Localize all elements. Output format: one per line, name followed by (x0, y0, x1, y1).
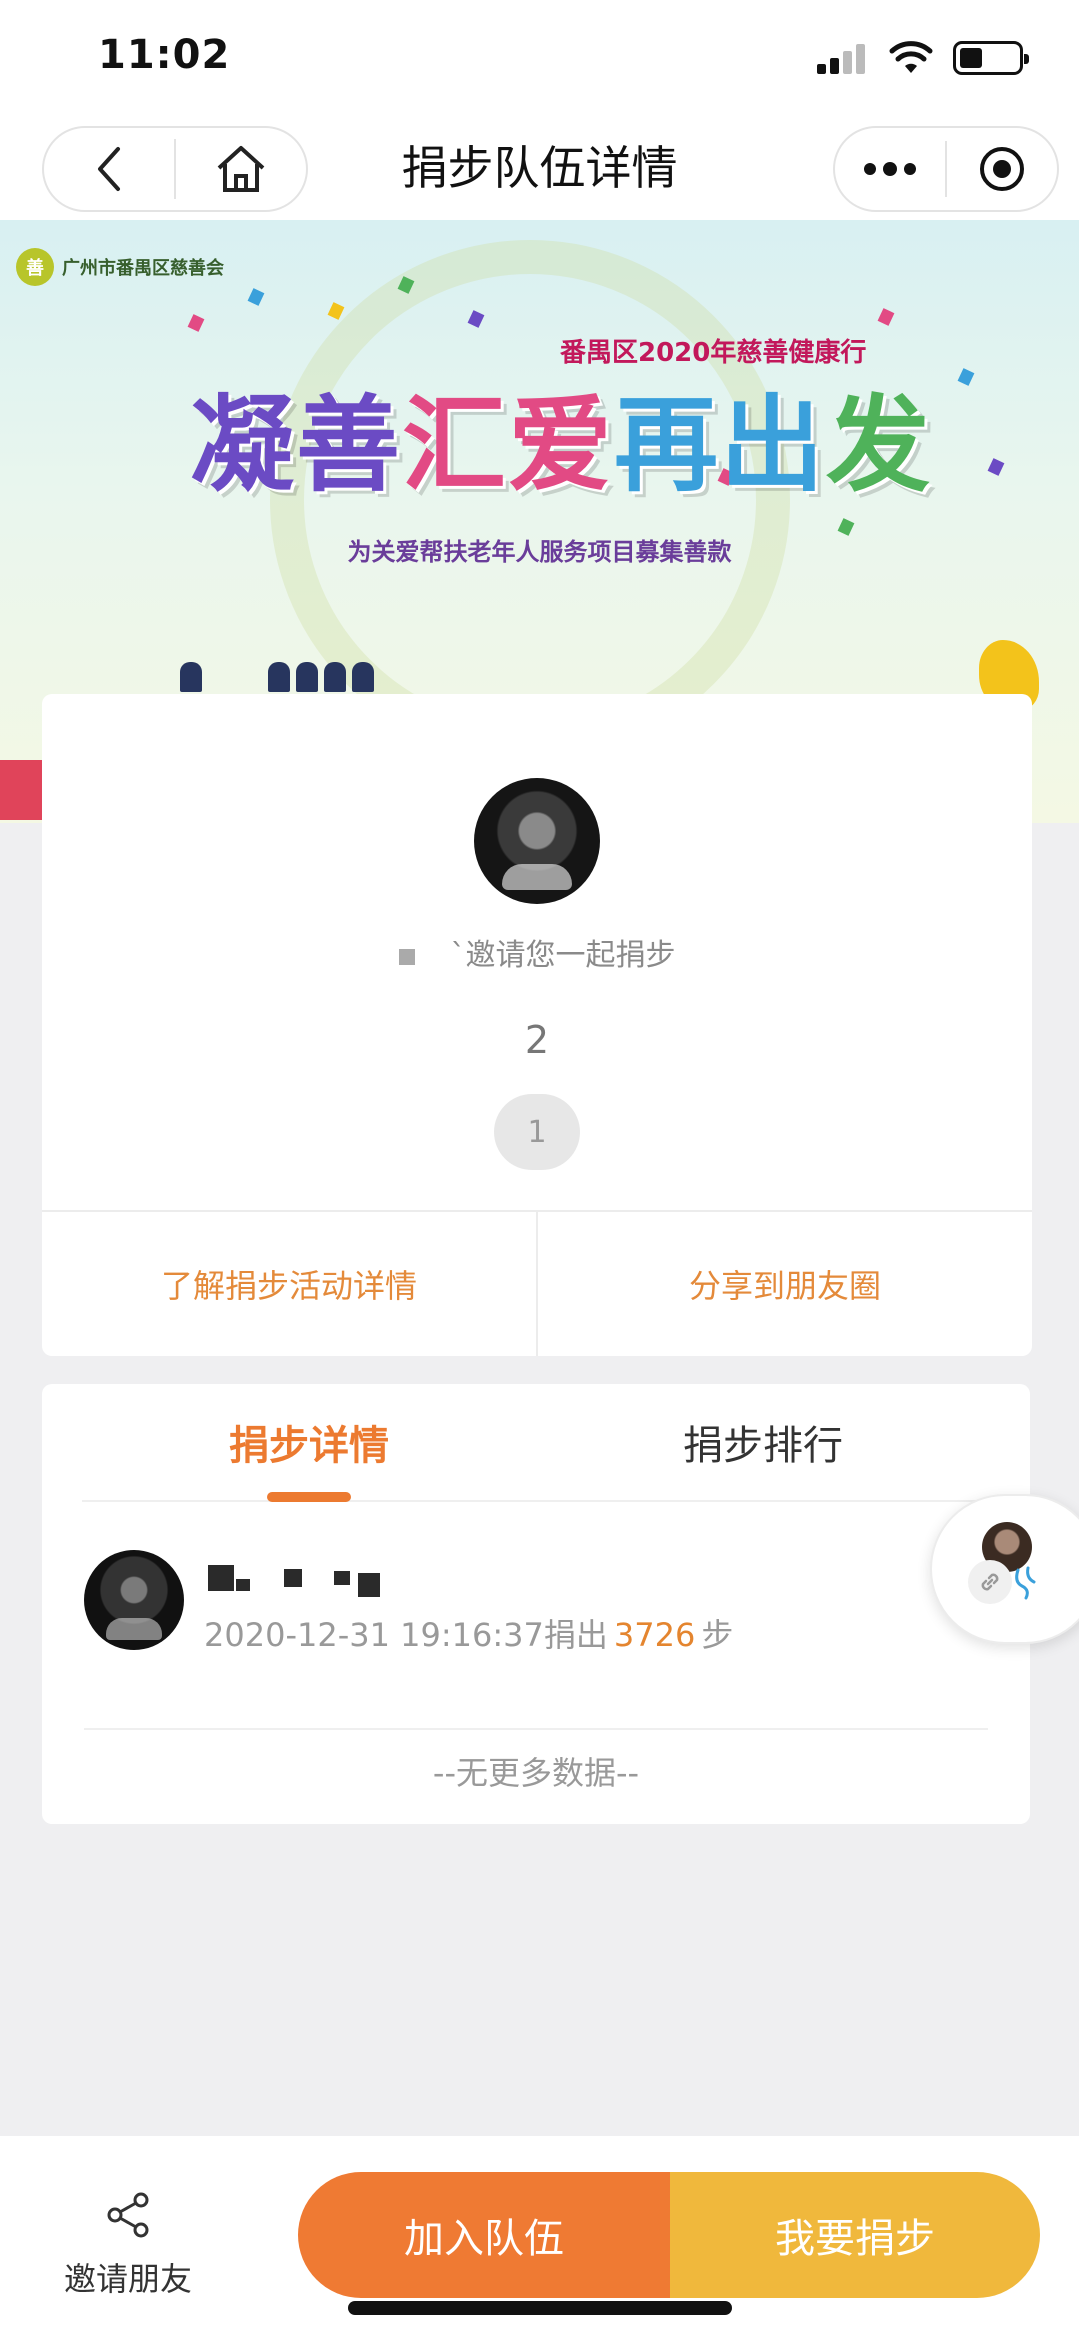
team-card: `邀请您一起捐步 2 1 了解捐步活动详情 分享到朋友圈 (42, 694, 1032, 1356)
more-button[interactable] (835, 128, 945, 210)
nav-right-capsule (833, 126, 1059, 212)
back-icon (98, 147, 120, 191)
status-icons (817, 38, 1029, 78)
home-indicator (348, 2301, 732, 2315)
link-icon (968, 1560, 1012, 1604)
team-card-actions: 了解捐步活动详情 分享到朋友圈 (42, 1210, 1032, 1356)
share-icon (107, 2192, 149, 2238)
nav-bar: 捐步队伍详情 (0, 120, 1079, 220)
banner-people-illustration (180, 662, 374, 692)
share-to-moments-link[interactable]: 分享到朋友圈 (536, 1212, 1032, 1356)
list-item: 2020-12-31 19:16:37捐出 3726 步 (84, 1550, 988, 1654)
status-bar: 11:02 (0, 0, 1079, 120)
team-leader-avatar (474, 778, 600, 904)
no-more-data: --无更多数据-- (84, 1728, 988, 1824)
record-meta: 2020-12-31 19:16:37捐出 3726 步 (204, 1616, 734, 1654)
nav-left-capsule (42, 126, 308, 212)
home-button[interactable] (176, 128, 306, 210)
home-icon (217, 146, 265, 192)
primary-actions: 加入队伍 我要捐步 (298, 2172, 1040, 2298)
target-icon (980, 147, 1024, 191)
tab-donation-details[interactable]: 捐步详情 (82, 1384, 536, 1502)
join-team-button[interactable]: 加入队伍 (298, 2172, 670, 2298)
close-miniprogram-button[interactable] (947, 128, 1057, 210)
invite-friends-button[interactable]: 邀请朋友 (58, 2192, 198, 2300)
member-count-badge: 1 (494, 1094, 580, 1170)
org-name: 广州市番禺区慈善会 (62, 258, 224, 279)
floating-share-bubble[interactable] (930, 1494, 1079, 1644)
banner-headline: 凝善汇爱再出发 (190, 384, 933, 506)
donation-detail-card: 捐步详情 捐步排行 2020-12-31 19:16:37捐出 3726 步 --无… (42, 1384, 1030, 1824)
org-logo: 善 广州市番禺区慈善会 (16, 248, 224, 286)
battery-icon (953, 41, 1029, 75)
bubble-decoration-icon (1015, 1566, 1036, 1600)
tab-donation-ranking[interactable]: 捐步排行 (536, 1384, 990, 1500)
donate-steps-button[interactable]: 我要捐步 (670, 2172, 1040, 2298)
learn-activity-details-link[interactable]: 了解捐步活动详情 (42, 1212, 536, 1356)
status-time: 11:02 (98, 32, 231, 78)
bottom-action-bar: 邀请朋友 加入队伍 我要捐步 (0, 2136, 1079, 2337)
wifi-icon (889, 41, 933, 73)
redacted-name (398, 948, 415, 965)
banner-caption: 为关爱帮扶老年人服务项目募集善款 (347, 538, 732, 566)
detail-tabs: 捐步详情 捐步排行 (82, 1384, 990, 1502)
signal-icon (817, 42, 869, 74)
avatar (84, 1550, 184, 1650)
redacted-username (208, 1558, 380, 1598)
more-icon (864, 162, 916, 176)
team-count: 2 (524, 1018, 550, 1062)
org-logo-icon: 善 (16, 248, 54, 286)
invite-message: `邀请您一起捐步 (42, 930, 1032, 974)
back-button[interactable] (44, 128, 174, 210)
record-steps: 3726 (613, 1616, 696, 1654)
invite-friends-label: 邀请朋友 (63, 2260, 192, 2298)
